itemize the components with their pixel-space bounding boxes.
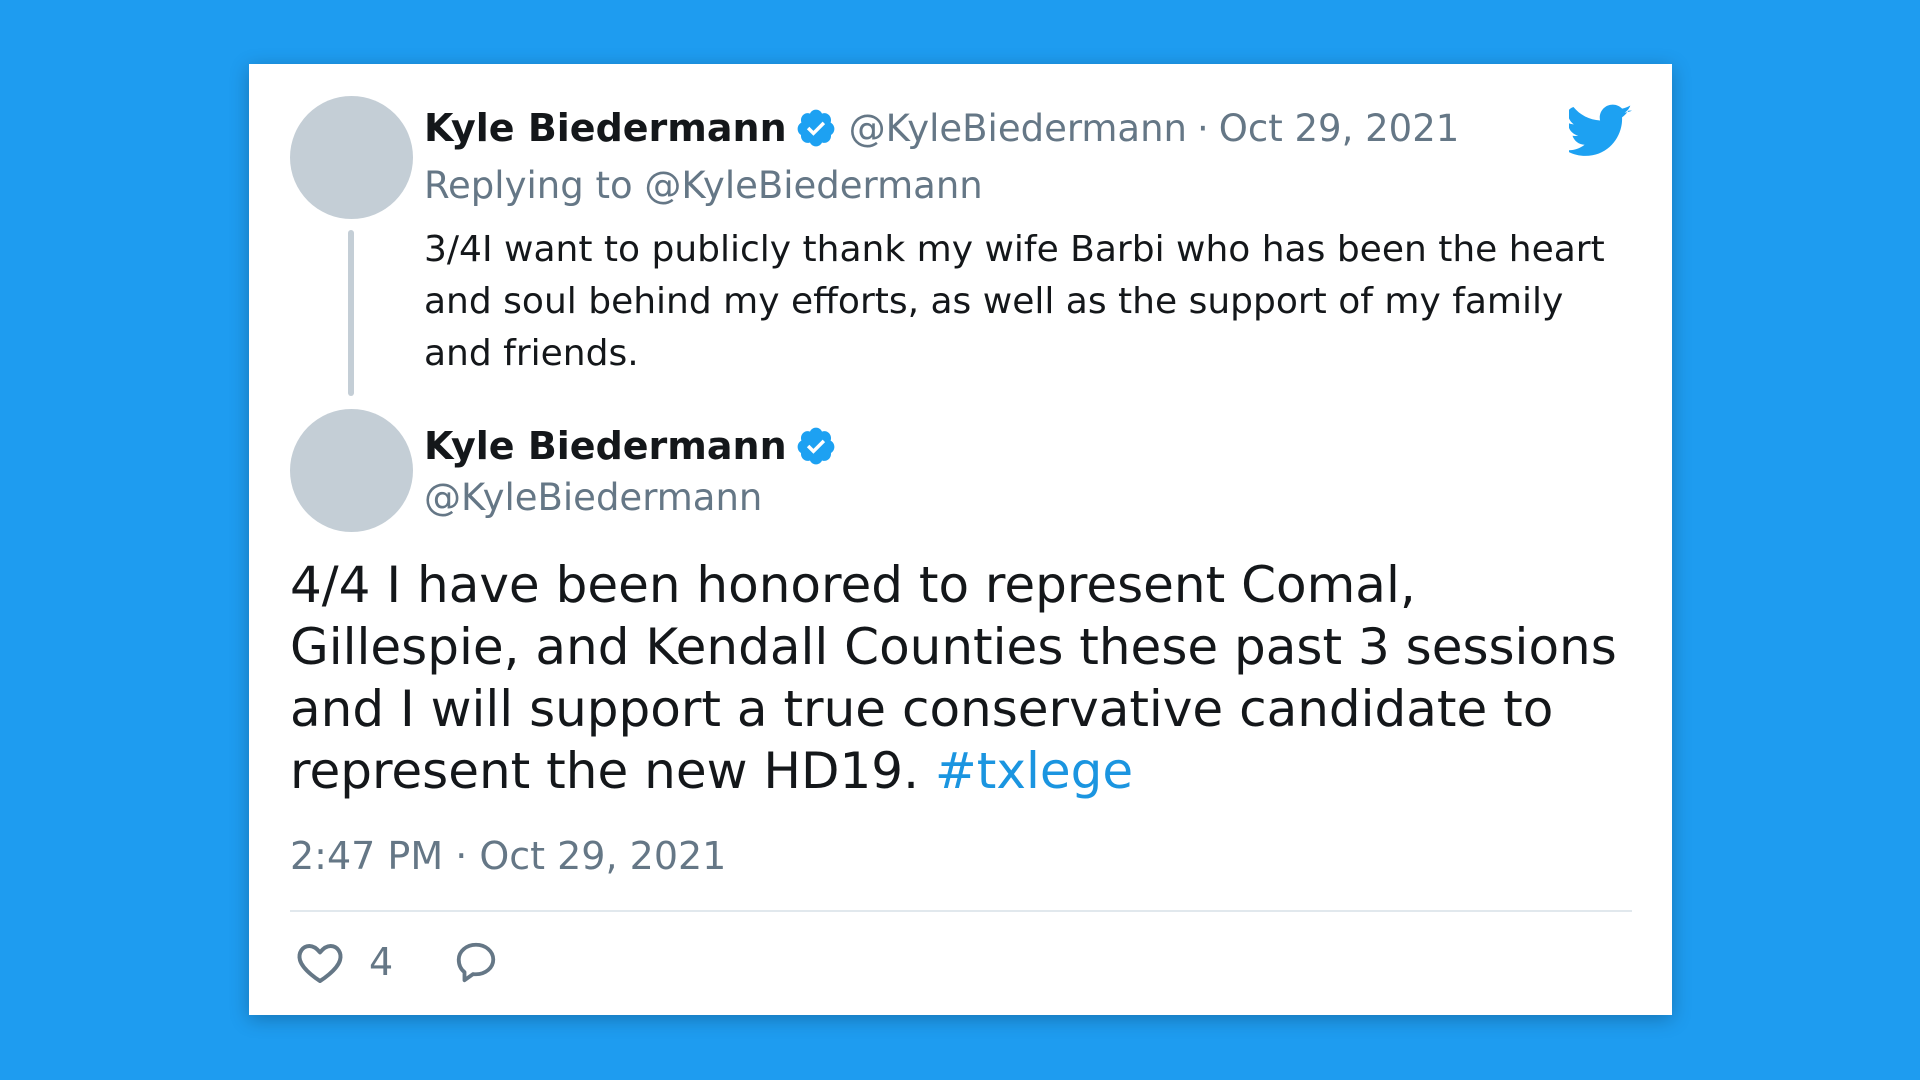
tweet-actions: 4 — [296, 939, 499, 985]
verified-badge-icon — [797, 427, 835, 465]
main-tweet-header: Kyle Biedermann — [424, 424, 837, 468]
tweet-timestamp[interactable]: 2:47 PM · Oct 29, 2021 — [290, 834, 726, 878]
verified-badge-icon — [797, 109, 835, 147]
tweet-date[interactable]: Oct 29, 2021 — [1219, 107, 1460, 150]
replying-to-label: Replying to @KyleBiedermann — [424, 164, 983, 207]
avatar[interactable] — [290, 96, 413, 219]
divider — [290, 910, 1632, 912]
author-name[interactable]: Kyle Biedermann — [424, 106, 787, 150]
thread-connector-line — [348, 230, 354, 396]
tweet-card: Kyle Biedermann @KyleBiedermann · Oct 29… — [249, 64, 1672, 1015]
heart-icon[interactable] — [296, 940, 344, 984]
like-count: 4 — [369, 940, 394, 984]
author-name[interactable]: Kyle Biedermann — [424, 424, 787, 468]
author-handle[interactable]: @KyleBiedermann — [849, 107, 1187, 150]
reply-bubble-icon[interactable] — [453, 939, 499, 985]
avatar[interactable] — [290, 409, 413, 532]
twitter-bird-icon[interactable] — [1569, 104, 1633, 158]
author-handle[interactable]: @KyleBiedermann — [424, 476, 762, 519]
separator-dot: · — [1197, 106, 1209, 150]
reply-tweet-header: Kyle Biedermann @KyleBiedermann · Oct 29… — [424, 106, 1459, 150]
hashtag-link[interactable]: #txlege — [935, 742, 1133, 800]
main-tweet-text: 4/4 I have been honored to represent Com… — [290, 554, 1650, 802]
reply-tweet-text: 3/4I want to publicly thank my wife Barb… — [424, 229, 1605, 374]
